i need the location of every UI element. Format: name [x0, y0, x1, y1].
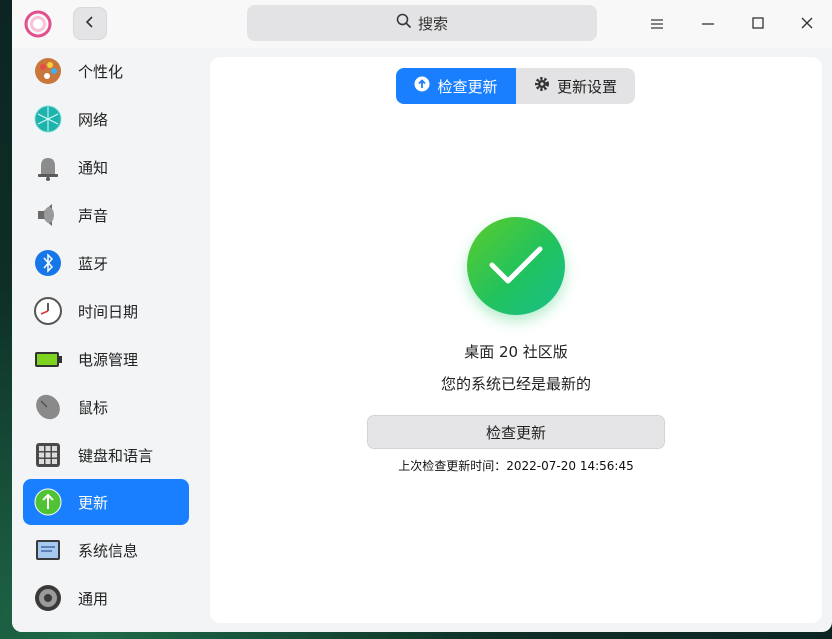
titlebar: 搜索: [12, 0, 832, 48]
back-arrow-icon: [84, 14, 96, 33]
system-info-icon: [33, 535, 63, 565]
sidebar-item-label: 网络: [78, 110, 109, 129]
sidebar-item-network[interactable]: 网络: [23, 96, 189, 142]
clock-icon: [33, 296, 63, 326]
battery-icon: [33, 344, 63, 374]
close-icon: [800, 15, 814, 34]
control-center-window: 搜索 个性化 网络 通知 声音 蓝牙 时间日期 电源管理 鼠标 键盘和语言 更新…: [12, 0, 832, 632]
sidebar-item-mouse[interactable]: 鼠标: [23, 384, 189, 430]
search-input[interactable]: 搜索: [247, 5, 597, 41]
sidebar-item-notifications[interactable]: 通知: [23, 144, 189, 190]
update-panel: 检查更新 更新设置 桌面 20 社区版 您的系统已经是最新的 检查更新 上次检查…: [210, 57, 822, 623]
speaker-icon: [33, 200, 63, 230]
tab-label: 更新设置: [556, 77, 617, 96]
sidebar-item-label: 系统信息: [78, 541, 139, 560]
close-button[interactable]: [790, 8, 824, 40]
search-icon: [396, 13, 412, 33]
upload-circle-icon: [414, 76, 430, 96]
tab-label: 检查更新: [437, 77, 498, 96]
maximize-button[interactable]: [741, 8, 775, 40]
sidebar-item-sound[interactable]: 声音: [23, 192, 189, 238]
minimize-icon: [701, 15, 715, 34]
sidebar-item-label: 键盘和语言: [78, 446, 154, 465]
minimize-button[interactable]: [691, 8, 725, 40]
system-edition-text: 桌面 20 社区版: [464, 343, 568, 361]
tab-update-settings[interactable]: 更新设置: [516, 68, 635, 104]
settings-app-logo-icon: [24, 10, 52, 38]
network-icon: [33, 104, 63, 134]
sidebar-item-datetime[interactable]: 时间日期: [23, 288, 189, 334]
sidebar-item-label: 电源管理: [78, 350, 139, 369]
tab-check-update[interactable]: 检查更新: [396, 68, 516, 104]
update-arrow-icon: [33, 487, 63, 517]
sidebar-item-label: 通知: [78, 158, 109, 177]
search-placeholder: 搜索: [417, 14, 448, 33]
sidebar-item-label: 鼠标: [78, 398, 109, 417]
up-to-date-checkmark-icon: [467, 217, 565, 315]
maximize-icon: [751, 15, 765, 34]
last-check-time: 上次检查更新时间：2022-07-20 14:56:45: [398, 459, 634, 473]
sidebar-item-label: 声音: [78, 206, 109, 225]
update-tabs: 检查更新 更新设置: [396, 68, 635, 104]
bell-icon: [33, 152, 63, 182]
check-update-button[interactable]: 检查更新: [367, 415, 665, 449]
sidebar-item-system-info[interactable]: 系统信息: [23, 527, 189, 573]
sidebar-item-update[interactable]: 更新: [23, 479, 189, 525]
sidebar-item-keyboard[interactable]: 键盘和语言: [23, 432, 189, 478]
sidebar-item-general[interactable]: 通用: [23, 575, 189, 621]
back-button[interactable]: [73, 7, 107, 40]
menu-icon: [650, 15, 664, 34]
update-status-text: 您的系统已经是最新的: [440, 375, 591, 393]
sidebar: 个性化 网络 通知 声音 蓝牙 时间日期 电源管理 鼠标 键盘和语言 更新 系统…: [12, 48, 200, 632]
sidebar-item-power[interactable]: 电源管理: [23, 336, 189, 382]
sidebar-item-label: 通用: [78, 589, 109, 608]
sidebar-item-label: 更新: [78, 493, 109, 512]
gear-icon: [33, 583, 63, 613]
bluetooth-icon: [33, 248, 63, 278]
sidebar-item-bluetooth[interactable]: 蓝牙: [23, 240, 189, 286]
menu-button[interactable]: [640, 8, 674, 40]
sidebar-item-label: 蓝牙: [78, 254, 109, 273]
gear-icon: [534, 76, 550, 96]
sidebar-item-label: 个性化: [78, 62, 124, 81]
sidebar-item-label: 时间日期: [78, 302, 139, 321]
sidebar-item-personalization[interactable]: 个性化: [23, 48, 189, 94]
personalization-icon: [33, 56, 63, 86]
keyboard-icon: [33, 440, 63, 470]
mouse-icon: [33, 392, 63, 422]
